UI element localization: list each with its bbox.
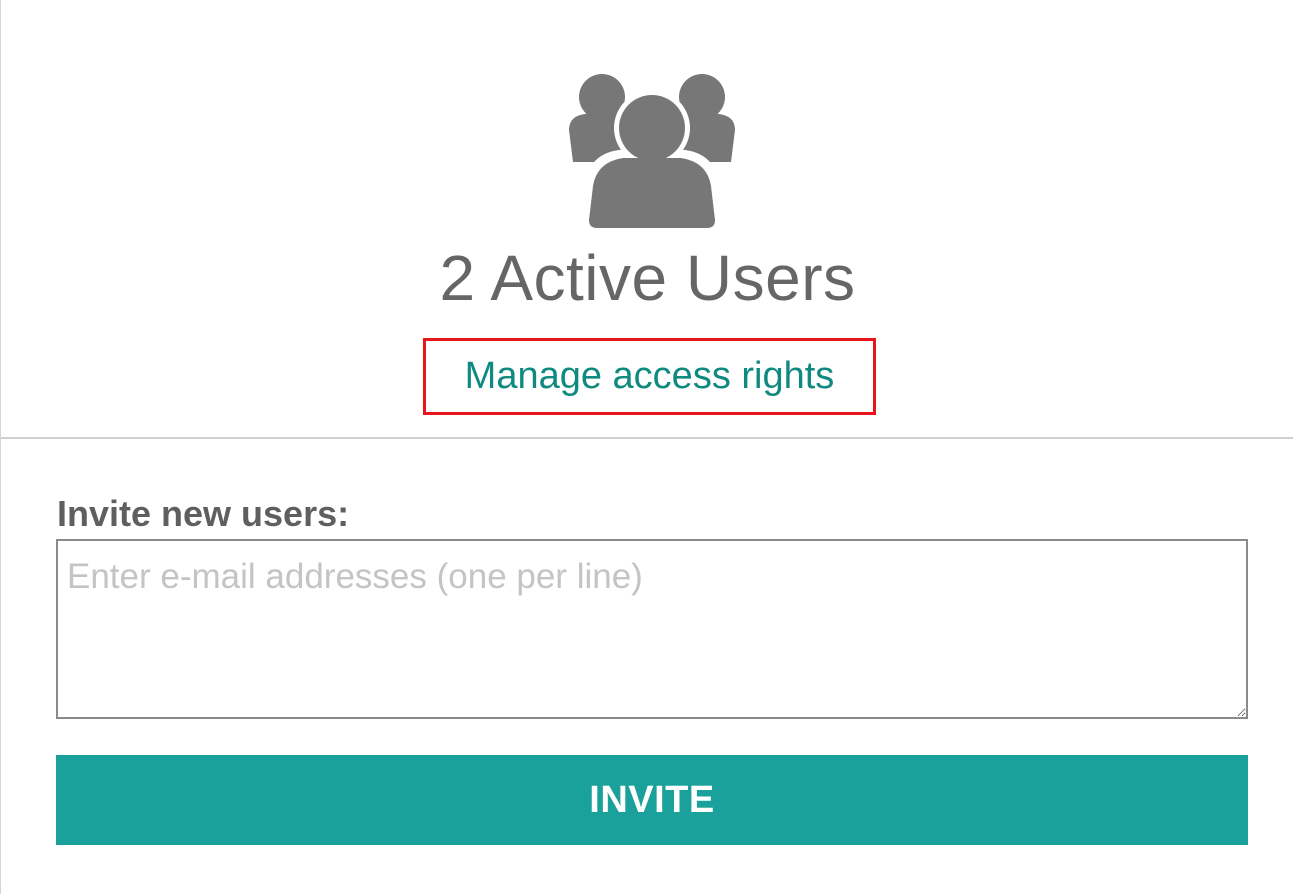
invite-new-users-label: Invite new users: <box>57 493 350 534</box>
users-group-icon <box>567 72 737 232</box>
section-divider <box>1 437 1293 439</box>
email-addresses-input[interactable] <box>56 539 1248 719</box>
manage-access-rights-link[interactable]: Manage access rights <box>423 338 876 415</box>
active-users-panel: 2 Active Users Manage access rights Invi… <box>0 0 1293 894</box>
active-users-count: 2 Active Users <box>439 242 856 314</box>
invite-button[interactable]: INVITE <box>56 755 1248 845</box>
